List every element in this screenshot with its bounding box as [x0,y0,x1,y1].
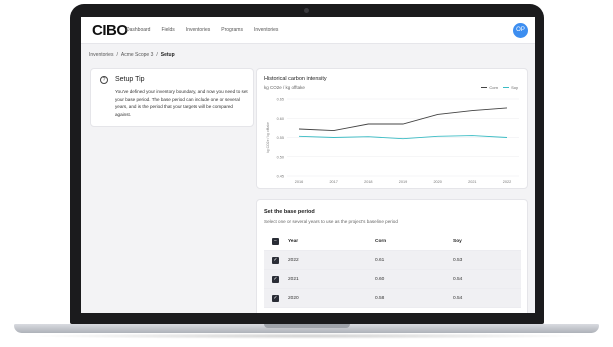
question-circle-icon: ? [100,76,108,84]
camera-dot [304,8,309,13]
table-header-row: − Year Corn Soy [264,232,521,251]
y-tick-label: 0.55 [277,136,284,140]
carbon-intensity-chart-card: Historical carbon intensity kg CO2e / kg… [256,68,528,189]
cell-corn: 0.60 [375,277,385,282]
y-tick-label: 0.50 [277,155,284,159]
nav-link-fields[interactable]: Fields [161,27,174,33]
select-all-checkbox[interactable]: − [272,238,279,245]
breadcrumb-inventories[interactable]: Inventories [89,52,113,58]
row-checkbox[interactable]: ✓ [272,276,279,283]
chart-plot: 0.45 0.50 0.55 0.60 0.65 2016 2017 2018 2019 2020… [266,98,519,184]
x-tick-label: 2017 [329,180,337,184]
user-avatar[interactable]: OP [513,23,528,38]
y-tick-label: 0.65 [277,98,284,102]
nav-link-inventories[interactable]: Inventories [186,27,210,33]
nav-links: Dashboard Fields Inventories Programs In… [126,27,278,33]
nav-link-programs[interactable]: Programs [221,27,243,33]
breadcrumb-current: Setup [160,52,175,58]
base-period-card: Set the base period Select one or severa… [256,199,528,313]
setup-tip-body: You've defined your inventory boundary, … [115,89,248,117]
x-tick-label: 2021 [468,180,476,184]
breadcrumb-acme-scope-3[interactable]: Acme Scope 3 [121,52,154,58]
laptop-shadow [20,333,593,339]
breadcrumb-separator: / [156,52,158,58]
base-period-title: Set the base period [264,209,315,215]
cibo-logo[interactable]: CIBO [92,22,128,39]
cell-year: 2020 [288,296,299,301]
series-line-soy [298,135,508,140]
nav-link-inventories-2[interactable]: Inventories [254,27,278,33]
row-checkbox[interactable]: ✓ [272,257,279,264]
breadcrumb: Inventories / Acme Scope 3 / Setup [89,52,175,58]
setup-tip-title: Setup Tip [115,76,145,83]
header-soy: Soy [453,239,462,244]
breadcrumb-separator: / [116,52,118,58]
cell-corn: 0.61 [375,258,385,263]
nav-link-dashboard[interactable]: Dashboard [126,27,150,33]
y-tick-label: 0.60 [277,117,284,121]
cell-corn: 0.58 [375,296,385,301]
cell-soy: 0.54 [453,296,463,301]
header-corn: Corn [375,239,387,244]
cell-soy: 0.53 [453,258,463,263]
x-tick-label: 2018 [364,180,372,184]
y-axis-label: kg CO2e / kg offtake [266,122,270,153]
base-period-subtitle: Select one or several years to use as th… [264,219,398,224]
x-tick-label: 2022 [503,180,511,184]
header-year: Year [288,239,299,244]
setup-tip-card: ? Setup Tip You've defined your inventor… [90,68,254,127]
laptop-base-notch [264,324,350,328]
series-line-corn [298,107,508,132]
base-period-table: − Year Corn Soy ✓ 2022 0.61 0.53 ✓ 2021 … [264,232,521,308]
app-screen: CIBO Dashboard Fields Inventories Progra… [81,17,535,313]
table-row[interactable]: ✓ 2020 0.58 0.54 [264,289,521,308]
x-tick-label: 2016 [295,180,303,184]
cell-year: 2022 [288,258,299,263]
x-tick-label: 2019 [399,180,407,184]
x-tick-label: 2020 [433,180,441,184]
y-tick-label: 0.45 [277,175,284,179]
cell-year: 2021 [288,277,299,282]
top-nav: CIBO Dashboard Fields Inventories Progra… [81,17,535,44]
table-row[interactable]: ✓ 2021 0.60 0.54 [264,270,521,289]
cell-soy: 0.54 [453,277,463,282]
row-checkbox[interactable]: ✓ [272,295,279,302]
table-row[interactable]: ✓ 2022 0.61 0.53 [264,251,521,270]
